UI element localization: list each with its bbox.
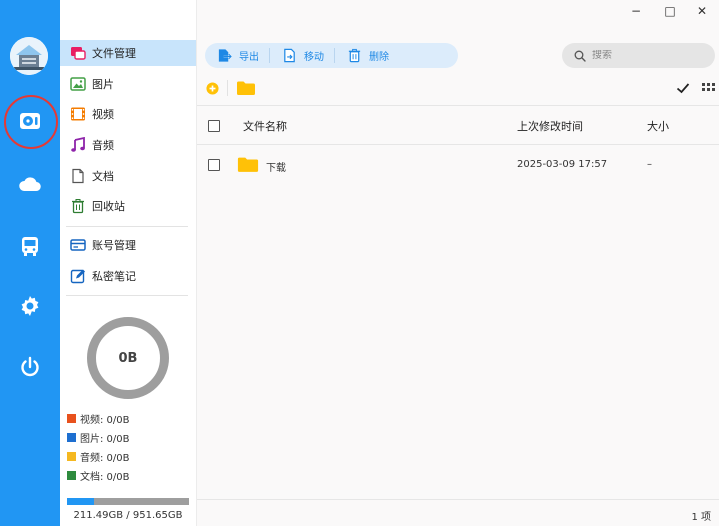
new-folder-button[interactable]	[206, 82, 219, 98]
file-action-toolbar: 导出 移动 删除	[205, 43, 458, 68]
legend-label: 文档: 0/0B	[80, 471, 130, 483]
disk-usage-fill	[67, 498, 95, 505]
search-box[interactable]	[562, 43, 715, 68]
sidebar-item-file-manager[interactable]: 文件管理	[60, 40, 196, 66]
sidebar-item-label: 账号管理	[92, 239, 136, 252]
nas-avatar-icon	[10, 37, 48, 75]
sidebar-item-label: 文件管理	[92, 47, 136, 60]
select-all-checkbox[interactable]	[208, 120, 220, 132]
hard-drive-icon	[20, 113, 40, 129]
search-icon	[574, 50, 586, 62]
close-button[interactable]: ✕	[687, 2, 717, 20]
file-size: –	[647, 159, 652, 170]
grid-icon	[702, 83, 715, 91]
delete-label: 删除	[369, 52, 389, 63]
maximize-button[interactable]: □	[655, 2, 685, 20]
sidebar-divider	[66, 226, 188, 227]
file-manager-icon	[70, 45, 86, 61]
plus-circle-icon	[206, 82, 219, 95]
legend-swatch	[67, 451, 76, 461]
column-header-size[interactable]: 大小	[647, 118, 669, 134]
sidebar-item-private-notes[interactable]: 私密笔记	[60, 263, 196, 289]
sidebar-item-label: 回收站	[92, 200, 125, 213]
header-divider	[197, 144, 719, 145]
legend-label: 图片: 0/0B	[80, 433, 130, 445]
legend-audio: 音频: 0/0B	[67, 448, 192, 464]
sidebar-item-video[interactable]: 视频	[60, 101, 196, 127]
avatar[interactable]	[10, 37, 48, 75]
rail-settings-button[interactable]	[8, 284, 52, 328]
move-label: 移动	[304, 52, 324, 63]
sidebar-item-label: 视频	[92, 108, 114, 121]
legend-swatch	[67, 432, 76, 442]
search-input[interactable]	[592, 50, 702, 61]
sidebar-item-label: 图片	[92, 78, 114, 91]
trash-icon	[348, 48, 361, 63]
sidebar-item-audio[interactable]: 音频	[60, 132, 196, 158]
sidebar-item-label: 音频	[92, 139, 114, 152]
sidebar-divider	[66, 295, 188, 296]
rail-cloud-button[interactable]	[8, 162, 52, 206]
item-count: 1 项	[691, 512, 711, 523]
row-checkbox[interactable]	[208, 159, 220, 171]
cloud-icon	[19, 177, 41, 192]
legend-documents: 文档: 0/0B	[67, 467, 192, 483]
move-icon	[284, 48, 295, 63]
sidebar-item-images[interactable]: 图片	[60, 71, 196, 97]
export-icon	[218, 49, 232, 62]
rail-power-button[interactable]	[8, 345, 52, 389]
sidebar-item-account-management[interactable]: 账号管理	[60, 232, 196, 258]
file-browser: − □ ✕ 导出 移动 删除 搜索 文件名称 上次修改时间 大小 下载 2025…	[197, 0, 719, 526]
app-rail	[0, 0, 60, 526]
column-header-name[interactable]: 文件名称	[243, 118, 287, 134]
category-sidebar: 文件管理 图片 视频 音频 文档 回收站 账号管理 私密笔记 0B 视频: 0/…	[60, 0, 197, 526]
rail-transfer-button[interactable]	[8, 224, 52, 268]
video-icon	[70, 106, 86, 122]
toolbar-divider	[197, 105, 719, 106]
power-icon	[21, 356, 39, 377]
legend-images: 图片: 0/0B	[67, 429, 192, 445]
sidebar-item-label: 文档	[92, 170, 114, 183]
document-icon	[70, 168, 86, 184]
move-button[interactable]: 移动	[270, 43, 334, 68]
minimize-button[interactable]: −	[621, 2, 651, 20]
column-header-modified[interactable]: 上次修改时间	[517, 118, 583, 134]
file-modified-time: 2025-03-09 17:57	[517, 159, 608, 170]
legend-label: 视频: 0/0B	[80, 414, 130, 426]
checkmark-icon	[676, 83, 690, 94]
bus-icon	[22, 237, 38, 256]
sidebar-item-documents[interactable]: 文档	[60, 163, 196, 189]
select-mode-button[interactable]	[676, 81, 690, 98]
account-icon	[70, 237, 86, 253]
grid-view-button[interactable]	[702, 82, 715, 98]
sidebar-item-recycle-bin[interactable]: 回收站	[60, 193, 196, 219]
music-icon	[70, 137, 86, 153]
rail-local-files-button[interactable]	[4, 95, 58, 149]
footer-divider	[197, 499, 719, 500]
export-label: 导出	[239, 52, 259, 63]
storage-usage-total: 0B	[118, 350, 138, 366]
table-row[interactable]: 下载 2025-03-09 17:57 –	[197, 150, 719, 180]
delete-button[interactable]: 删除	[335, 43, 399, 68]
gear-icon	[21, 296, 39, 316]
note-icon	[70, 268, 86, 284]
image-icon	[70, 76, 86, 92]
breadcrumb-root-folder[interactable]	[236, 80, 256, 99]
trash-icon	[70, 198, 86, 214]
legend-swatch	[67, 413, 76, 423]
export-button[interactable]: 导出	[205, 43, 269, 68]
disk-usage-bar	[67, 498, 189, 505]
legend-label: 音频: 0/0B	[80, 452, 130, 464]
storage-usage-ring: 0B	[87, 317, 169, 399]
toolbar-separator	[227, 80, 228, 96]
folder-icon	[237, 81, 255, 95]
folder-icon	[237, 157, 259, 172]
disk-usage-text: 211.49GB / 951.65GB	[73, 510, 183, 521]
legend-video: 视频: 0/0B	[67, 410, 192, 426]
file-name: 下载	[266, 163, 286, 174]
sidebar-item-label: 私密笔记	[92, 270, 136, 283]
legend-swatch	[67, 470, 76, 480]
